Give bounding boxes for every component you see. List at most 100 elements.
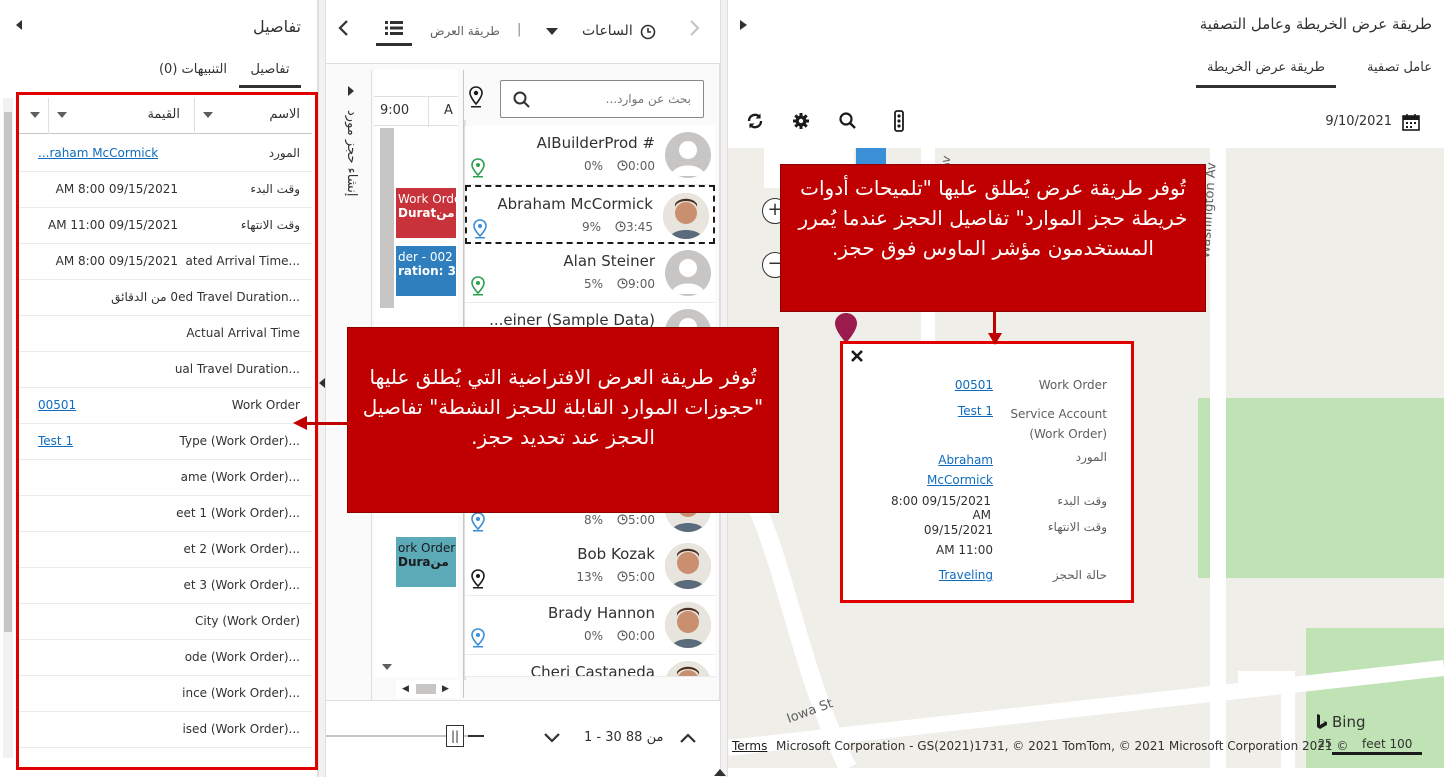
resource-search-input[interactable] [541, 89, 691, 109]
tooltip-row: وقت الانتهاء 09/15/2021 11:00 AM [843, 520, 1131, 564]
tooltip-value-link[interactable]: 00501 [873, 378, 993, 392]
gear-icon[interactable] [792, 112, 810, 130]
tooltip-row: حالة الحجز Traveling [843, 568, 1131, 594]
zoom-slider-thumb[interactable]: || [446, 725, 464, 747]
resource-name: Cheri Castaneda [530, 663, 655, 677]
tooltip-row: وقت البدء 09/15/2021 8:00 AM [843, 494, 1131, 522]
resource-utilization: 5% [584, 277, 604, 291]
resource-time: 0:00 [628, 629, 655, 643]
traffic-icon[interactable] [892, 110, 906, 132]
chevron-right-icon[interactable] [690, 20, 700, 36]
resource-stats: 13% 5:00 [576, 570, 655, 584]
resource-row[interactable]: Abraham McCormick 9% 3:45 [465, 185, 715, 244]
hours-label[interactable]: الساعات [582, 23, 633, 39]
tab-details-label: تفاصيل [250, 62, 290, 77]
map-date-label[interactable]: 9/10/2021 [1325, 114, 1392, 129]
details-highlight-box [16, 92, 318, 770]
scroll-down-icon[interactable] [382, 664, 392, 670]
callout-arrow-left [306, 422, 348, 425]
resource-time: 3:45 [626, 220, 653, 234]
expand-left-icon[interactable] [348, 86, 354, 96]
resource-search-box[interactable] [500, 80, 704, 118]
create-booking-label: إنشاء حجز مورد [344, 110, 359, 197]
timeline-scrollbar[interactable] [380, 128, 394, 308]
tab-map-view-label: طريقة عرض الخريطة [1207, 60, 1325, 75]
tab-alerts[interactable]: التنبيهات (0) [159, 62, 227, 88]
map-pin-icon[interactable] [471, 158, 485, 178]
resource-time: 9:00 [628, 277, 655, 291]
map-pin-icon[interactable] [471, 569, 485, 589]
details-scrollbar[interactable] [3, 98, 13, 758]
chevron-left-icon[interactable] [338, 20, 348, 36]
expand-right-icon[interactable] [740, 20, 747, 30]
callout-arrow-left-head [293, 416, 307, 430]
booking-block[interactable]: Work Order Duratمن [396, 188, 456, 238]
tooltip-value-link[interactable]: Abraham McCormick [915, 450, 993, 490]
collapse-up-icon[interactable] [714, 768, 726, 776]
resource-row[interactable]: AIBuilderProd # 0% 0:00 [465, 126, 715, 185]
timeline-letter-label: A [444, 103, 453, 118]
tab-map-view[interactable]: طريقة عرض الخريطة [1196, 60, 1336, 88]
tooltip-label: Service Account (Work Order) [1010, 407, 1107, 441]
tooltip-value-link[interactable]: Traveling [873, 568, 993, 582]
map-copyright: Microsoft Corporation - GS(2021)1731, © … [776, 739, 1349, 753]
tooltip-row: Work Order 00501 [843, 378, 1131, 404]
chevron-down-icon[interactable] [546, 28, 558, 35]
map-pin-icon[interactable] [469, 86, 483, 108]
booking-line1: Work Order [398, 192, 456, 206]
avatar [665, 132, 711, 178]
clock-icon [603, 570, 628, 584]
resource-name: Abraham McCormick [497, 195, 653, 213]
toolbar-divider: | [517, 22, 522, 37]
tab-alerts-label: التنبيهات (0) [158, 62, 227, 77]
zoom-minus[interactable] [468, 735, 484, 737]
resource-row[interactable]: Alan Steiner 5% 9:00 [465, 244, 715, 303]
resource-stats: 9% 3:45 [582, 220, 653, 234]
tooltip-row: Service Account (Work Order) Test 1 [843, 404, 1131, 448]
pane-splitter-left[interactable] [318, 0, 326, 777]
tab-details[interactable]: تفاصيل [239, 62, 301, 88]
resource-stats: 0% 0:00 [584, 159, 655, 173]
chevron-up-icon[interactable] [680, 733, 696, 743]
tooltip-row: المورد Abraham McCormick [843, 450, 1131, 490]
map-pin-icon[interactable] [471, 628, 485, 648]
calendar-icon[interactable] [1402, 113, 1420, 131]
terms-link[interactable]: Terms [732, 739, 767, 753]
tooltip-label: حالة الحجز [1052, 568, 1107, 582]
resource-row[interactable]: Brady Hannon 0% 0:00 [465, 596, 715, 655]
avatar [665, 250, 711, 296]
collapse-left-icon[interactable] [12, 18, 26, 32]
map-pin-icon[interactable] [471, 512, 485, 532]
bing-logo-icon [1316, 714, 1328, 730]
tab-filter[interactable]: عامل تصفية [1367, 60, 1432, 88]
clock-icon [603, 159, 628, 173]
clock-icon [603, 629, 628, 643]
search-icon[interactable] [839, 112, 857, 130]
view-mode-label[interactable]: طريقة العرض [430, 24, 500, 38]
refresh-icon[interactable] [746, 112, 764, 130]
booking-line2: ration: 3 [398, 264, 456, 278]
tooltip-value-link[interactable]: Test 1 [873, 404, 993, 418]
map-pin-icon[interactable] [473, 219, 487, 239]
details-scrollbar-thumb[interactable] [4, 112, 12, 632]
resource-row[interactable]: Bob Kozak 13% 5:00 [465, 537, 715, 596]
tooltip-value: 09/15/2021 8:00 AM [891, 494, 991, 522]
resource-utilization: 13% [576, 570, 604, 584]
timeline-time-label: 9:00 [380, 103, 410, 118]
booking-block[interactable]: ork Order Duraمن [396, 537, 456, 587]
timeline-hscroll[interactable]: ◀ ▶ [396, 680, 460, 698]
pagination-bar: || 1 - 30 من 88 [326, 700, 720, 777]
avatar [663, 193, 709, 239]
search-icon[interactable] [513, 91, 531, 109]
resource-name: AIBuilderProd # [536, 134, 655, 152]
view-toggle-list[interactable] [376, 12, 412, 46]
close-icon[interactable] [851, 350, 863, 362]
map-tooltip-callout: تُوفر طريقة عرض يُطلق عليها "تلميحات أدو… [780, 164, 1206, 312]
resource-utilization: 0% [584, 629, 604, 643]
booking-block[interactable]: der - 002 ration: 3 [396, 246, 456, 296]
map-pin-icon[interactable] [471, 276, 485, 296]
chevron-down-icon[interactable] [544, 733, 560, 743]
tooltip-label: وقت البدء [1057, 494, 1107, 508]
resource-row[interactable]: Cheri Castaneda [465, 655, 715, 677]
collapse-left-icon[interactable] [318, 378, 326, 388]
